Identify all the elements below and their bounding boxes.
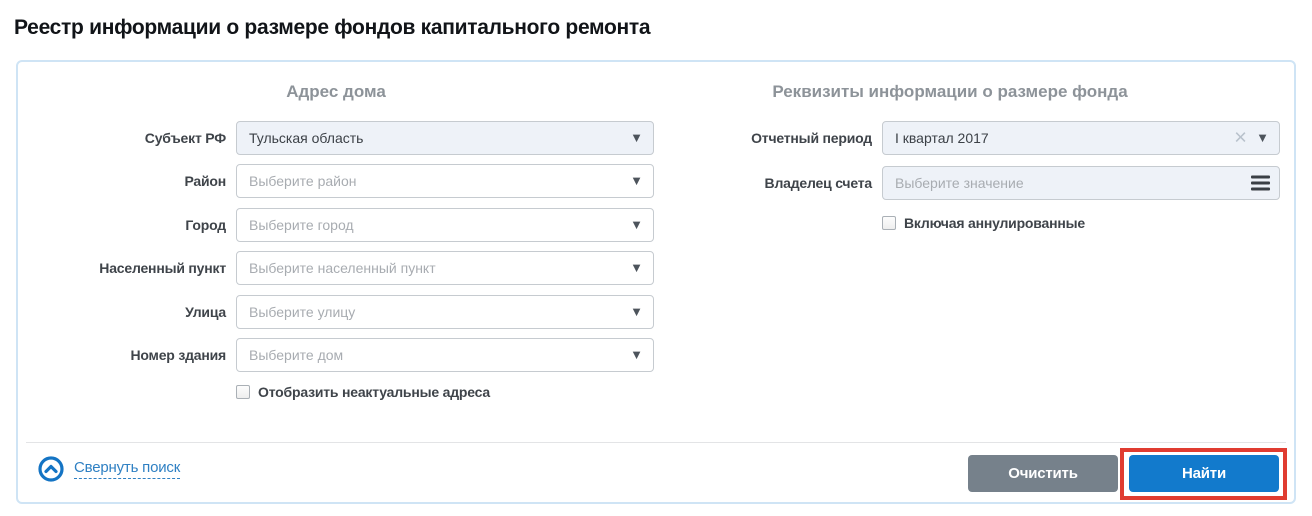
street-dropdown[interactable]: Выберите улицу ▼ <box>236 295 654 329</box>
street-label: Улица <box>18 304 236 320</box>
row-street: Улица Выберите улицу ▼ <box>18 295 678 329</box>
city-label: Город <box>18 217 236 233</box>
report-period-label: Отчетный период <box>658 130 882 146</box>
chevron-down-icon[interactable]: ▼ <box>1256 131 1269 144</box>
city-placeholder: Выберите город <box>249 217 354 233</box>
building-number-placeholder: Выберите дом <box>249 347 343 363</box>
report-period-value: I квартал 2017 <box>895 130 989 146</box>
account-owner-placeholder: Выберите значение <box>895 175 1024 191</box>
footer-divider <box>26 442 1286 443</box>
row-building-number: Номер здания Выберите дом ▼ <box>18 338 678 372</box>
district-dropdown[interactable]: Выберите район ▼ <box>236 164 654 198</box>
show-inactive-addresses-checkbox[interactable]: Отобразить неактуальные адреса <box>236 384 490 400</box>
chevron-up-circle-icon[interactable] <box>38 456 64 482</box>
search-button[interactable]: Найти <box>1129 455 1279 492</box>
subject-rf-dropdown[interactable]: Тульская область ▼ <box>236 121 654 155</box>
search-filters-panel: Адрес дома Реквизиты информации о размер… <box>16 60 1296 504</box>
collapse-search-label[interactable]: Свернуть поиск <box>74 459 180 479</box>
checkbox-icon[interactable] <box>236 385 250 399</box>
fund-section-title: Реквизиты информации о размере фонда <box>658 82 1242 102</box>
account-owner-label: Владелец счета <box>658 175 882 191</box>
include-annulled-label: Включая аннулированные <box>904 215 1085 231</box>
chevron-down-icon[interactable]: ▼ <box>630 305 643 318</box>
chevron-down-icon[interactable]: ▼ <box>630 348 643 361</box>
clear-button[interactable]: Очистить <box>968 455 1118 492</box>
page-title: Реестр информации о размере фондов капит… <box>14 16 650 40</box>
address-section-title: Адрес дома <box>18 82 654 102</box>
street-placeholder: Выберите улицу <box>249 304 355 320</box>
chevron-down-icon[interactable]: ▼ <box>630 131 643 144</box>
row-subject-rf: Субъект РФ Тульская область ▼ <box>18 121 678 155</box>
settlement-label: Населенный пункт <box>18 260 236 276</box>
hamburger-menu-icon[interactable] <box>1251 176 1270 191</box>
row-city: Город Выберите город ▼ <box>18 208 678 242</box>
settlement-placeholder: Выберите населенный пункт <box>249 260 436 276</box>
account-owner-dropdown[interactable]: Выберите значение <box>882 166 1280 200</box>
include-annulled-checkbox[interactable]: Включая аннулированные <box>882 215 1085 231</box>
settlement-dropdown[interactable]: Выберите населенный пункт ▼ <box>236 251 654 285</box>
collapse-search-link[interactable]: Свернуть поиск <box>38 456 180 482</box>
chevron-down-icon[interactable]: ▼ <box>630 261 643 274</box>
subject-rf-label: Субъект РФ <box>18 130 236 146</box>
building-number-dropdown[interactable]: Выберите дом ▼ <box>236 338 654 372</box>
row-account-owner: Владелец счета Выберите значение <box>658 166 1288 200</box>
checkbox-icon[interactable] <box>882 216 896 230</box>
subject-rf-value: Тульская область <box>249 130 363 146</box>
report-period-dropdown[interactable]: I квартал 2017 × ▼ <box>882 121 1280 155</box>
row-settlement: Населенный пункт Выберите населенный пун… <box>18 251 678 285</box>
district-placeholder: Выберите район <box>249 173 357 189</box>
district-label: Район <box>18 173 236 189</box>
row-district: Район Выберите район ▼ <box>18 164 678 198</box>
row-report-period: Отчетный период I квартал 2017 × ▼ <box>658 121 1288 155</box>
show-inactive-addresses-label: Отобразить неактуальные адреса <box>258 384 490 400</box>
city-dropdown[interactable]: Выберите город ▼ <box>236 208 654 242</box>
building-number-label: Номер здания <box>18 347 236 363</box>
clear-icon[interactable]: × <box>1234 126 1247 148</box>
chevron-down-icon[interactable]: ▼ <box>630 218 643 231</box>
chevron-down-icon[interactable]: ▼ <box>630 174 643 187</box>
